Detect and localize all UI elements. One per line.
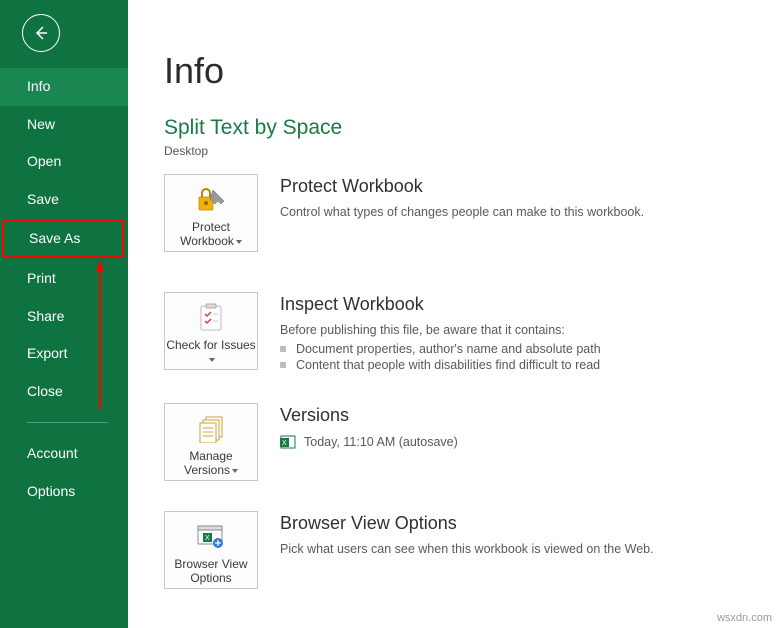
sidebar-item-open[interactable]: Open [0,143,128,181]
sidebar-item-account[interactable]: Account [0,435,128,473]
excel-file-icon: X [280,434,296,450]
sidebar-item-print[interactable]: Print [0,260,128,298]
versions-stack-icon [196,413,226,445]
sidebar-item-new[interactable]: New [0,106,128,144]
sidebar-item-export[interactable]: Export [0,335,128,373]
sidebar-item-save[interactable]: Save [0,181,128,219]
protect-title: Protect Workbook [280,176,758,197]
versions-title: Versions [280,405,758,426]
browser-view-icon: X [196,521,226,553]
protect-desc: Control what types of changes people can… [280,205,758,219]
inspect-desc: Before publishing this file, be aware th… [280,323,758,337]
inspect-list: Document properties, author's name and a… [280,341,758,373]
section-protect: Protect Workbook Protect Workbook Contro… [164,174,758,252]
sidebar-item-share[interactable]: Share [0,298,128,336]
content-area: Info Split Text by Space Desktop Protect… [128,0,778,628]
svg-text:X: X [205,535,210,542]
check-issues-button[interactable]: Check for Issues [164,292,258,370]
backstage-sidebar: Info New Open Save Save As Print Share E… [0,0,128,628]
sidebar-menu: Info New Open Save Save As Print Share E… [0,68,128,511]
sidebar-separator [27,422,108,423]
inspect-title: Inspect Workbook [280,294,758,315]
section-browser: X Browser View Options Browser View Opti… [164,511,758,589]
browser-view-label: Browser View Options [165,557,257,586]
browser-desc: Pick what users can see when this workbo… [280,542,758,556]
manage-versions-label: Manage Versions [165,449,257,478]
bullet-icon [280,346,286,352]
svg-text:X: X [282,440,287,447]
version-entry[interactable]: X Today, 11:10 AM (autosave) [280,434,758,450]
lock-key-icon [196,184,226,216]
manage-versions-button[interactable]: Manage Versions [164,403,258,481]
sidebar-item-save-as[interactable]: Save As [2,220,124,258]
footer-credit: wsxdn.com [717,612,772,624]
section-versions: Manage Versions Versions X Today, 11:10 … [164,403,758,481]
version-time: Today, 11:10 AM (autosave) [304,435,458,449]
protect-workbook-button[interactable]: Protect Workbook [164,174,258,252]
back-button[interactable] [22,14,60,52]
document-location: Desktop [164,144,758,158]
protect-button-label: Protect Workbook [165,220,257,249]
sidebar-item-close[interactable]: Close [0,373,128,411]
back-arrow-icon [32,24,50,42]
sidebar-item-info[interactable]: Info [0,68,128,106]
page-title: Info [164,50,758,92]
list-item: Document properties, author's name and a… [280,341,758,357]
list-item: Content that people with disabilities fi… [280,357,758,373]
section-inspect: Check for Issues Inspect Workbook Before… [164,292,758,373]
checklist-icon [198,302,224,334]
browser-view-button[interactable]: X Browser View Options [164,511,258,589]
browser-title: Browser View Options [280,513,758,534]
sidebar-item-options[interactable]: Options [0,473,128,511]
check-issues-label: Check for Issues [165,338,257,367]
bullet-icon [280,362,286,368]
document-name: Split Text by Space [164,116,758,140]
